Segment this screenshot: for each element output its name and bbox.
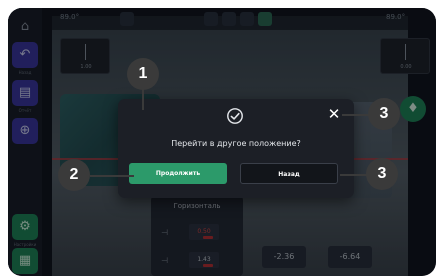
continue-button[interactable]: Продолжить xyxy=(129,163,227,184)
confirm-dialog: ✕ Перейти в другое положение? Продолжить… xyxy=(118,99,354,198)
callout-3-top: 3 xyxy=(368,98,400,130)
callout-3-bottom: 3 xyxy=(366,158,398,190)
callout-1: 1 xyxy=(127,58,159,90)
callout-leader xyxy=(90,175,134,177)
check-circle-icon xyxy=(227,108,243,124)
dialog-message: Перейти в другое положение? xyxy=(171,139,301,148)
back-button[interactable]: Назад xyxy=(240,163,338,184)
callout-leader xyxy=(142,88,144,110)
callout-2: 2 xyxy=(58,159,90,191)
close-icon[interactable]: ✕ xyxy=(326,106,342,122)
